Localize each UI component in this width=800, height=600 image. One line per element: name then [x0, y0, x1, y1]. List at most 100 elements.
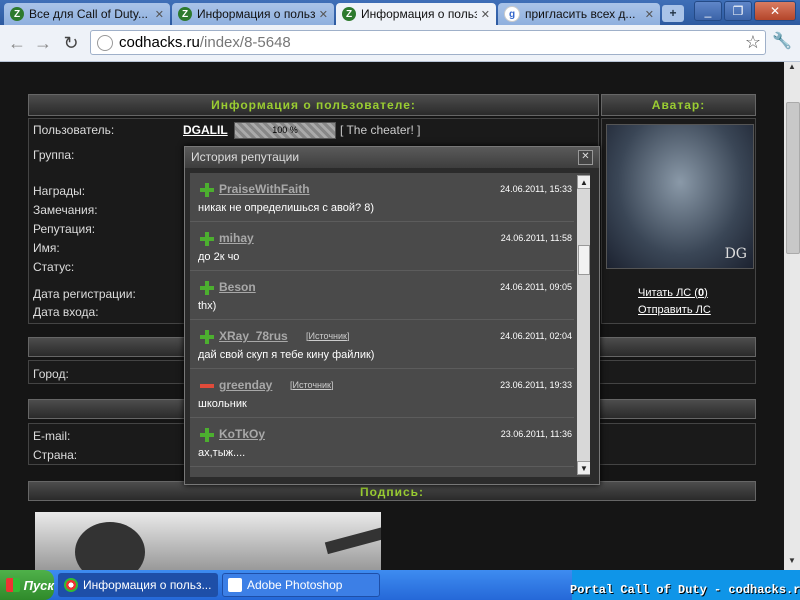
photoshop-icon [228, 578, 242, 592]
reputation-history-dialog: История репутации ✕ PraiseWithFaith 24.06… [184, 146, 600, 485]
avatar-header: Аватар: [601, 94, 756, 116]
taskbar-item-photoshop[interactable]: Adobe Photoshop [222, 573, 380, 597]
maximize-button[interactable]: ❐ [724, 1, 752, 21]
browser-toolbar: ← → ↻ codhacks.ru/index/8-5648 ☆ [0, 25, 800, 62]
tab-close-icon[interactable]: ✕ [155, 8, 164, 21]
reputation-message: никак не определишься с авой? 8) [198, 202, 374, 214]
tab-close-icon[interactable]: ✕ [319, 8, 328, 21]
reputation-author-link[interactable]: KoTkOy [219, 427, 265, 441]
new-tab-button[interactable]: + [662, 5, 684, 22]
reputation-author-link[interactable]: greenday [219, 378, 272, 392]
task-label: Информация о польз... [83, 578, 212, 592]
user-title-tag: [ The cheater! ] [340, 123, 421, 137]
source-link-label: Источник [292, 380, 331, 390]
tab-label: Информация о польз... [361, 7, 477, 21]
close-window-button[interactable]: ✕ [754, 1, 796, 21]
start-button[interactable]: Пуск [0, 570, 54, 600]
field-status-label: Статус: [33, 260, 75, 274]
field-lastlogin-label: Дата входа: [33, 305, 99, 319]
avatar-caption: DG [724, 246, 747, 262]
reputation-date: 23.06.2011, 11:36 [500, 429, 572, 439]
dialog-scrollbar[interactable]: ▲ ▼ [577, 175, 590, 475]
bookmark-star-icon[interactable]: ☆ [745, 32, 761, 53]
page-scrollbar[interactable]: ▲ ▼ [784, 62, 800, 570]
rank-progress-bar: 100 % [234, 122, 336, 139]
taskbar-item-browser[interactable]: Информация о польз... [58, 573, 218, 597]
reputation-list: PraiseWithFaith 24.06.2011, 15:33 никак не… [190, 173, 590, 477]
site-favicon-icon: Z [342, 7, 356, 21]
plus-icon [200, 330, 214, 344]
address-bar[interactable]: codhacks.ru/index/8-5648 ☆ [90, 30, 766, 55]
scroll-up-icon[interactable]: ▲ [784, 62, 800, 76]
field-country-label: Страна: [33, 448, 78, 462]
plus-icon [200, 428, 214, 442]
tab-google-search[interactable]: g пригласить всех д... ✕ [498, 3, 660, 25]
reputation-author-link[interactable]: XRay_78rus [219, 329, 288, 343]
read-pm-link[interactable]: Читать ЛС (0) [638, 287, 708, 299]
url-path: /index/8-5648 [199, 34, 291, 51]
tab-label: Все для Call of Duty... [29, 7, 148, 21]
site-favicon-icon: Z [10, 7, 24, 21]
plus-icon [200, 281, 214, 295]
chrome-icon [64, 578, 78, 592]
reputation-entry: PraiseWithFaith 24.06.2011, 15:33 никак не… [190, 173, 574, 222]
dialog-scroll-down-icon[interactable]: ▼ [577, 461, 590, 475]
scroll-down-icon[interactable]: ▼ [784, 556, 800, 570]
reputation-message: дай свой скуп я тебе кину файлик) [198, 349, 375, 361]
source-link-label: Источник [308, 331, 347, 341]
reputation-date: 23.06.2011, 19:33 [500, 380, 572, 390]
dialog-scroll-thumb[interactable] [578, 245, 590, 275]
reputation-entry: Beson 24.06.2011, 09:05 thx) [190, 271, 574, 320]
reputation-date: 24.06.2011, 15:33 [500, 184, 572, 194]
read-pm-prefix: Читать ЛС ( [638, 287, 698, 299]
field-reputation-label: Репутация: [33, 222, 96, 236]
task-label: Adobe Photoshop [247, 578, 343, 592]
reputation-entry: XRay_78rus [Источник] 24.06.2011, 02:04 дай… [190, 320, 574, 369]
tab-user-info-1[interactable]: Z Информация о польз... ✕ [172, 3, 334, 25]
tab-cod-main[interactable]: Z Все для Call of Duty... ✕ [4, 3, 170, 25]
reputation-entry: greenday [Источник] 23.06.2011, 19:33 школь… [190, 369, 574, 418]
tab-user-info-active[interactable]: Z Информация о польз... ✕ [336, 3, 496, 25]
forward-arrow-icon[interactable]: → [32, 32, 54, 54]
tab-close-icon[interactable]: ✕ [481, 8, 490, 21]
avatar-image: DG [606, 124, 754, 269]
field-user-label: Пользователь: [33, 123, 115, 137]
plus-icon [200, 232, 214, 246]
field-warnings-label: Замечания: [33, 203, 98, 217]
dialog-title: История репутации [185, 147, 599, 168]
dialog-scroll-up-icon[interactable]: ▲ [577, 175, 590, 189]
source-link[interactable]: [Источник] [306, 331, 349, 341]
field-regdate-label: Дата регистрации: [33, 287, 136, 301]
reputation-author-link[interactable]: PraiseWithFaith [219, 182, 310, 196]
source-link[interactable]: [Источник] [290, 380, 333, 390]
tab-label: Информация о польз... [197, 7, 315, 21]
field-city-label: Город: [33, 367, 69, 381]
url-domain: codhacks.ru [119, 34, 200, 51]
reputation-author-link[interactable]: Beson [219, 280, 256, 294]
reputation-entry: mihay 24.06.2011, 11:58 до 2к чо [190, 222, 574, 271]
reputation-message: до 2к чо [198, 251, 240, 263]
dialog-close-icon[interactable]: ✕ [578, 150, 593, 165]
wrench-menu-icon[interactable]: 🔧 [772, 31, 792, 51]
reputation-date: 24.06.2011, 09:05 [500, 282, 572, 292]
field-group-label: Группа: [33, 148, 75, 162]
site-favicon-icon: Z [178, 7, 192, 21]
reload-icon[interactable]: ↻ [60, 32, 82, 54]
user-info-header: Информация о пользователе: [28, 94, 599, 116]
minimize-button[interactable]: _ [694, 1, 722, 21]
page-icon [97, 34, 113, 51]
signature-figure [75, 522, 145, 570]
reputation-message: школьник [198, 398, 247, 410]
send-pm-link[interactable]: Отправить ЛС [638, 304, 711, 316]
reputation-date: 24.06.2011, 11:58 [500, 233, 572, 243]
back-arrow-icon[interactable]: ← [6, 32, 28, 54]
start-label: Пуск [23, 577, 54, 593]
scroll-thumb[interactable] [786, 102, 800, 254]
signature-gun [324, 521, 381, 555]
reputation-author-link[interactable]: mihay [219, 231, 254, 245]
username-link[interactable]: DGALIL [183, 123, 228, 137]
reputation-message: ах,тыж.... [198, 447, 246, 459]
tab-close-icon[interactable]: ✕ [645, 8, 654, 21]
reputation-date: 24.06.2011, 02:04 [500, 331, 572, 341]
tab-strip: Z Все для Call of Duty... ✕ Z Информация… [0, 0, 800, 25]
